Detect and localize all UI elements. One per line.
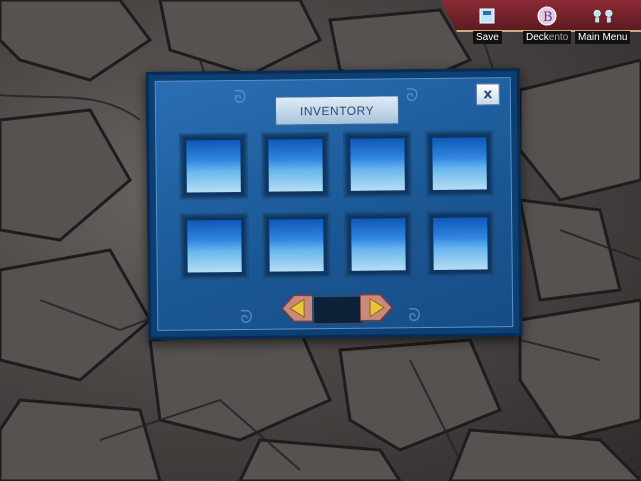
swirl-ornament-icon: ᘐ: [233, 86, 247, 109]
main-menu-label: Main Menu: [575, 31, 631, 44]
inventory-panel-body: ᘐ ᘐ ᘐ ᘐ INVENTORY x: [154, 77, 514, 331]
previous-page-button[interactable]: [280, 294, 315, 323]
slot-glow: [186, 139, 241, 193]
swirl-ornament-icon: ᘐ: [408, 305, 421, 327]
slot-glow: [432, 137, 487, 190]
inventory-slot-6[interactable]: [262, 212, 331, 279]
main-menu-icon: [592, 4, 614, 28]
page-indicator: [311, 294, 365, 326]
svg-text:B: B: [543, 10, 553, 25]
inventory-slot-8[interactable]: [426, 210, 495, 278]
deck-icon: B: [536, 4, 558, 28]
next-page-button[interactable]: [359, 293, 394, 322]
inventory-slot-3[interactable]: [343, 131, 412, 198]
inventory-title-plate: INVENTORY: [274, 95, 400, 126]
save-label: Save: [473, 31, 502, 44]
main-menu-button[interactable]: Main Menu: [575, 4, 631, 44]
inventory-pager: [280, 291, 394, 326]
close-icon: x: [483, 86, 493, 103]
save-button[interactable]: Save: [473, 4, 502, 44]
save-icon: [476, 4, 498, 28]
inventory-title: INVENTORY: [299, 103, 375, 118]
arrow-right-icon: [359, 293, 394, 322]
arrow-left-icon: [281, 294, 315, 323]
slot-glow: [433, 217, 488, 270]
inventory-slot-5[interactable]: [180, 212, 249, 280]
slot-glow: [350, 138, 405, 191]
swirl-ornament-icon: ᘐ: [405, 85, 419, 107]
inventory-slot-4[interactable]: [425, 130, 494, 198]
slot-glow: [269, 219, 324, 272]
deck-button[interactable]: B Deckento: [523, 4, 572, 44]
inventory-slot-7[interactable]: [344, 211, 413, 278]
inventory-slot-1[interactable]: [179, 132, 248, 200]
slot-glow: [187, 219, 242, 273]
inventory-slot-grid: [179, 130, 495, 280]
swirl-ornament-icon: ᘐ: [240, 306, 253, 328]
inventory-slot-2[interactable]: [261, 132, 330, 199]
slot-glow: [351, 218, 406, 271]
slot-glow: [268, 139, 323, 192]
inventory-panel: ᘐ ᘐ ᘐ ᘐ INVENTORY x: [145, 68, 523, 340]
close-button[interactable]: x: [475, 83, 500, 106]
top-toolbar: Save B Deckento Main Menu: [441, 0, 641, 56]
deck-label: Deckento: [523, 31, 572, 44]
